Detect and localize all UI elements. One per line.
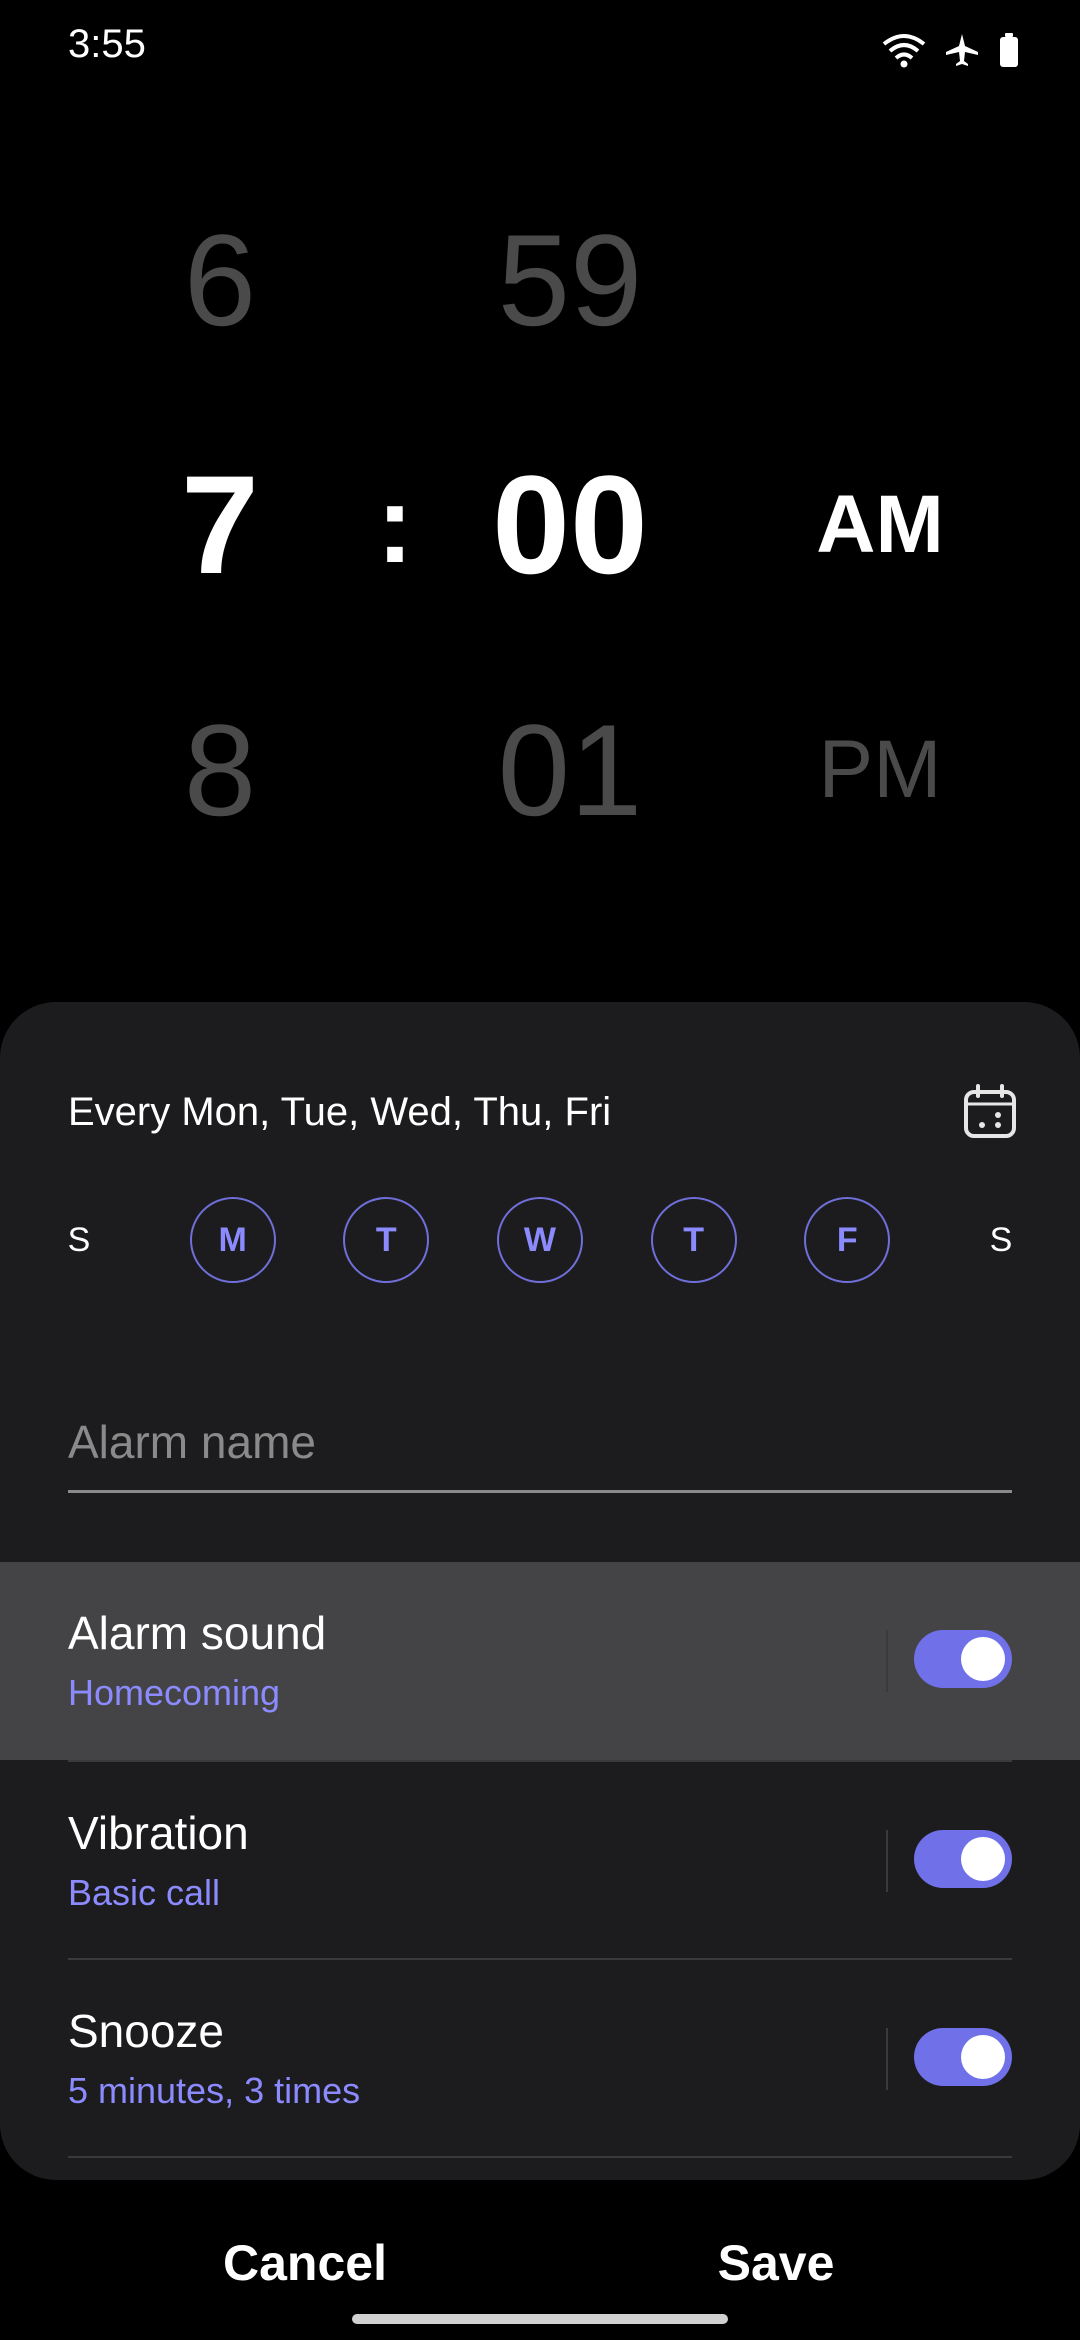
- alarm-sound-row[interactable]: Alarm sound Homecoming: [0, 1562, 1080, 1760]
- battery-icon: [998, 32, 1020, 68]
- status-time: 3:55: [68, 22, 146, 66]
- day-toggle-mon[interactable]: M: [189, 1197, 276, 1283]
- save-button[interactable]: Save: [676, 2228, 876, 2298]
- day-toggle-fri[interactable]: F: [804, 1197, 891, 1283]
- ampm-next[interactable]: PM: [770, 695, 990, 845]
- row-separator: [886, 2028, 888, 2090]
- toggle-knob: [961, 2035, 1005, 2079]
- snooze-value: 5 minutes, 3 times: [68, 2070, 361, 2111]
- toggle-knob: [961, 1637, 1005, 1681]
- row-separator: [886, 1630, 888, 1692]
- snooze-title: Snooze: [68, 2005, 225, 2057]
- minute-next[interactable]: 01: [440, 695, 700, 845]
- home-indicator[interactable]: [352, 2314, 728, 2324]
- vibration-toggle[interactable]: [914, 1830, 1012, 1888]
- snooze-row[interactable]: Snooze 5 minutes, 3 times: [0, 1960, 1080, 2158]
- weekday-selector: S M T W T F S: [36, 1197, 1044, 1287]
- alarm-sound-toggle[interactable]: [914, 1630, 1012, 1688]
- repeat-summary: Every Mon, Tue, Wed, Thu, Fri: [68, 1090, 612, 1134]
- hour-current[interactable]: 7: [110, 450, 330, 600]
- alarm-settings-sheet: Every Mon, Tue, Wed, Thu, Fri S M T W T …: [0, 1002, 1080, 2180]
- day-toggle-tue[interactable]: T: [343, 1197, 430, 1283]
- alarm-name-input[interactable]: [68, 1394, 1012, 1493]
- vibration-title: Vibration: [68, 1807, 249, 1859]
- hour-next[interactable]: 8: [110, 695, 330, 845]
- wifi-6-icon: [882, 32, 926, 68]
- day-toggle-sun[interactable]: S: [36, 1197, 122, 1283]
- ampm-current[interactable]: AM: [770, 450, 990, 600]
- day-toggle-thu[interactable]: T: [650, 1197, 737, 1283]
- alarm-sound-value: Homecoming: [68, 1672, 281, 1713]
- cancel-button[interactable]: Cancel: [200, 2228, 410, 2298]
- day-toggle-wed[interactable]: W: [496, 1197, 583, 1283]
- row-separator: [886, 1830, 888, 1892]
- status-icons: [882, 28, 1020, 72]
- minute-prev[interactable]: 59: [440, 205, 700, 355]
- alarm-sound-title: Alarm sound: [68, 1607, 327, 1659]
- vibration-value: Basic call: [68, 1872, 221, 1913]
- day-toggle-sat[interactable]: S: [958, 1197, 1044, 1283]
- divider: [68, 2156, 1012, 2158]
- snooze-toggle[interactable]: [914, 2028, 1012, 2086]
- minute-current[interactable]: 00: [440, 450, 700, 600]
- hour-prev[interactable]: 6: [110, 205, 330, 355]
- toggle-knob: [961, 1837, 1005, 1881]
- vibration-row[interactable]: Vibration Basic call: [0, 1762, 1080, 1960]
- calendar-icon[interactable]: [960, 1082, 1020, 1142]
- airplane-icon: [944, 32, 980, 68]
- time-separator: :: [376, 463, 414, 586]
